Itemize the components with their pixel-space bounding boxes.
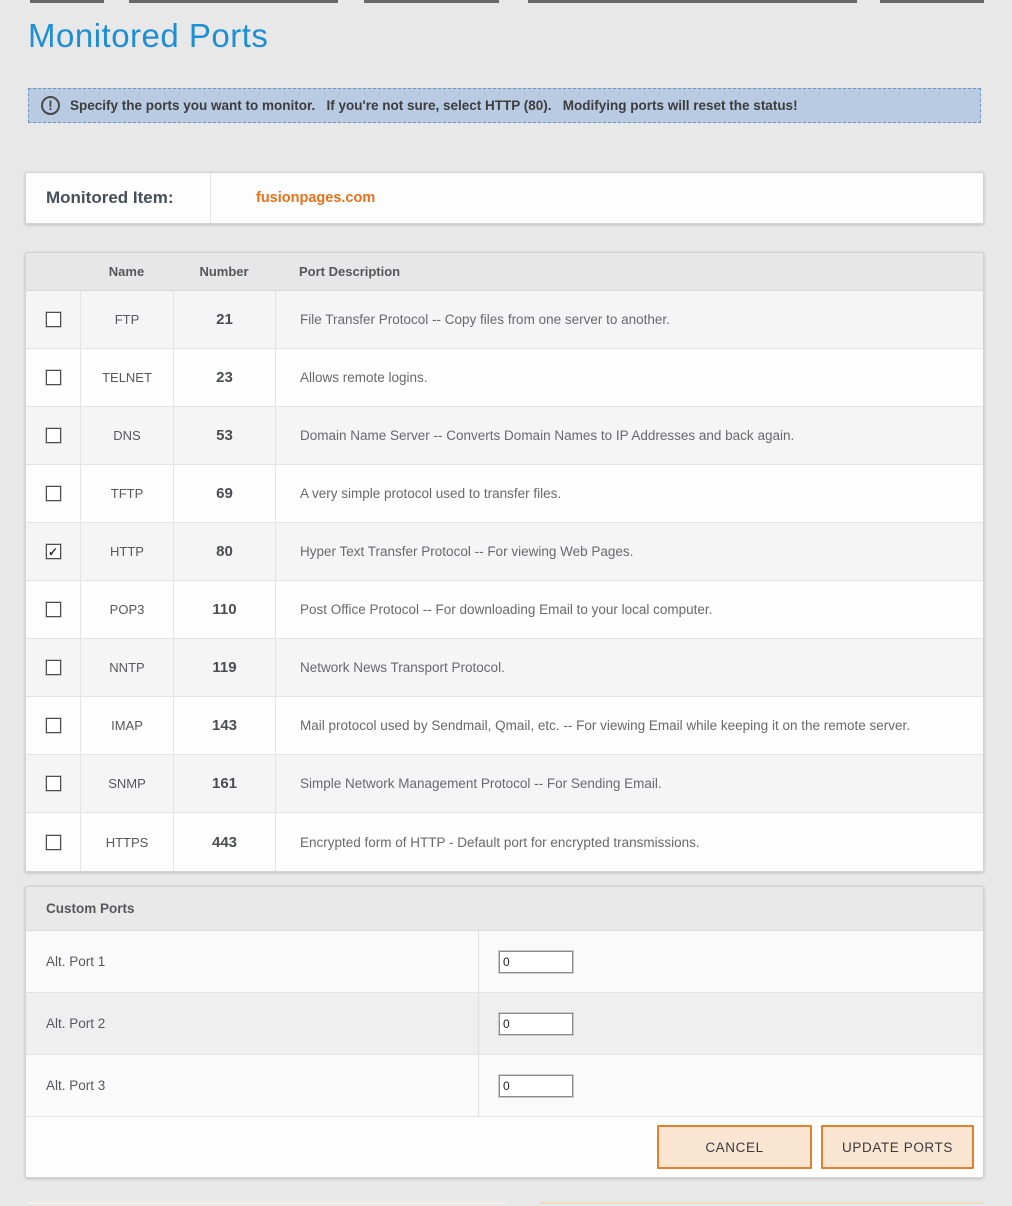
port-name: FTP — [80, 291, 173, 348]
port-name: DNS — [80, 407, 173, 464]
port-checkbox-imap[interactable] — [46, 718, 61, 733]
actions-bar: CANCEL UPDATE PORTS — [26, 1117, 983, 1177]
port-checkbox-cell — [26, 813, 80, 871]
custom-port-input-cell — [479, 931, 573, 992]
monitored-item-value: fusionpages.com — [211, 173, 375, 223]
port-row-pop3: POP3110Post Office Protocol -- For downl… — [26, 581, 983, 639]
column-header-description: Port Description — [275, 264, 983, 279]
port-name: HTTPS — [80, 813, 173, 871]
port-row-http: ✓ HTTP80Hyper Text Transfer Protocol -- F… — [26, 523, 983, 581]
banner-text: Specify the ports you want to monitor. I… — [70, 98, 798, 113]
port-number: 21 — [173, 291, 275, 348]
port-checkbox-cell — [26, 291, 80, 348]
port-number: 23 — [173, 349, 275, 406]
custom-port-row-3: Alt. Port 3 — [26, 1055, 983, 1117]
custom-port-row-2: Alt. Port 2 — [26, 993, 983, 1055]
port-checkbox-cell — [26, 639, 80, 696]
info-banner: ! Specify the ports you want to monitor.… — [28, 88, 981, 123]
port-checkbox-telnet[interactable] — [46, 370, 61, 385]
port-description: Hyper Text Transfer Protocol -- For view… — [275, 523, 983, 580]
alt-port-1-input[interactable] — [499, 951, 573, 973]
custom-ports-panel: Custom Ports Alt. Port 1Alt. Port 2Alt. … — [25, 886, 984, 1178]
port-row-ftp: FTP21File Transfer Protocol -- Copy file… — [26, 291, 983, 349]
port-description: Simple Network Management Protocol -- Fo… — [275, 755, 983, 812]
custom-port-label-2: Alt. Port 2 — [26, 993, 479, 1054]
port-description: Network News Transport Protocol. — [275, 639, 983, 696]
below-fold-edge-right — [540, 1202, 984, 1204]
custom-port-input-cell — [479, 993, 573, 1054]
custom-port-input-cell — [479, 1055, 573, 1116]
ports-table-header: Name Number Port Description — [26, 253, 983, 291]
port-row-snmp: SNMP161Simple Network Management Protoco… — [26, 755, 983, 813]
port-checkbox-cell — [26, 755, 80, 812]
port-description: Domain Name Server -- Converts Domain Na… — [275, 407, 983, 464]
port-number: 110 — [173, 581, 275, 638]
port-checkbox-dns[interactable] — [46, 428, 61, 443]
cancel-button[interactable]: CANCEL — [657, 1125, 812, 1169]
port-description: Allows remote logins. — [275, 349, 983, 406]
below-fold-edge-left — [28, 1202, 506, 1204]
port-name: TFTP — [80, 465, 173, 522]
port-description: A very simple protocol used to transfer … — [275, 465, 983, 522]
port-row-tftp: TFTP69A very simple protocol used to tra… — [26, 465, 983, 523]
port-checkbox-cell — [26, 407, 80, 464]
port-row-dns: DNS53Domain Name Server -- Converts Doma… — [26, 407, 983, 465]
port-name: TELNET — [80, 349, 173, 406]
port-number: 443 — [173, 813, 275, 871]
port-checkbox-tftp[interactable] — [46, 486, 61, 501]
port-number: 69 — [173, 465, 275, 522]
monitored-item-panel: Monitored Item: fusionpages.com — [25, 172, 984, 224]
port-checkbox-snmp[interactable] — [46, 776, 61, 791]
port-name: HTTP — [80, 523, 173, 580]
port-checkbox-cell — [26, 581, 80, 638]
custom-ports-body: Alt. Port 1Alt. Port 2Alt. Port 3 — [26, 931, 983, 1117]
alert-icon: ! — [41, 96, 60, 115]
port-row-nntp: NNTP119Network News Transport Protocol. — [26, 639, 983, 697]
port-description: Encrypted form of HTTP - Default port fo… — [275, 813, 983, 871]
port-number: 143 — [173, 697, 275, 754]
custom-port-label-3: Alt. Port 3 — [26, 1055, 479, 1116]
port-number: 53 — [173, 407, 275, 464]
port-checkbox-http[interactable]: ✓ — [46, 544, 61, 559]
port-checkbox-cell — [26, 697, 80, 754]
port-checkbox-https[interactable] — [46, 835, 61, 850]
monitored-item-label: Monitored Item: — [26, 173, 211, 223]
port-checkbox-ftp[interactable] — [46, 312, 61, 327]
port-checkbox-cell: ✓ — [26, 523, 80, 580]
port-name: SNMP — [80, 755, 173, 812]
port-checkbox-nntp[interactable] — [46, 660, 61, 675]
port-number: 119 — [173, 639, 275, 696]
port-description: Mail protocol used by Sendmail, Qmail, e… — [275, 697, 983, 754]
custom-ports-title: Custom Ports — [26, 887, 983, 931]
port-description: File Transfer Protocol -- Copy files fro… — [275, 291, 983, 348]
custom-port-label-1: Alt. Port 1 — [26, 931, 479, 992]
ports-table: Name Number Port Description FTP21File T… — [25, 252, 984, 872]
port-number: 161 — [173, 755, 275, 812]
update-ports-button[interactable]: UPDATE PORTS — [821, 1125, 974, 1169]
port-name: POP3 — [80, 581, 173, 638]
port-description: Post Office Protocol -- For downloading … — [275, 581, 983, 638]
port-checkbox-pop3[interactable] — [46, 602, 61, 617]
column-header-number: Number — [173, 264, 275, 279]
custom-port-row-1: Alt. Port 1 — [26, 931, 983, 993]
port-row-imap: IMAP143Mail protocol used by Sendmail, Q… — [26, 697, 983, 755]
port-row-telnet: TELNET23Allows remote logins. — [26, 349, 983, 407]
port-checkbox-cell — [26, 349, 80, 406]
alt-port-2-input[interactable] — [499, 1013, 573, 1035]
column-header-name: Name — [80, 264, 173, 279]
ports-table-body: FTP21File Transfer Protocol -- Copy file… — [26, 291, 983, 871]
port-name: NNTP — [80, 639, 173, 696]
monitored-ports-page: Monitored Ports ! Specify the ports you … — [25, 0, 984, 1178]
port-row-https: HTTPS443Encrypted form of HTTP - Default… — [26, 813, 983, 871]
alt-port-3-input[interactable] — [499, 1075, 573, 1097]
page-title: Monitored Ports — [28, 14, 984, 58]
port-number: 80 — [173, 523, 275, 580]
port-checkbox-cell — [26, 465, 80, 522]
port-name: IMAP — [80, 697, 173, 754]
